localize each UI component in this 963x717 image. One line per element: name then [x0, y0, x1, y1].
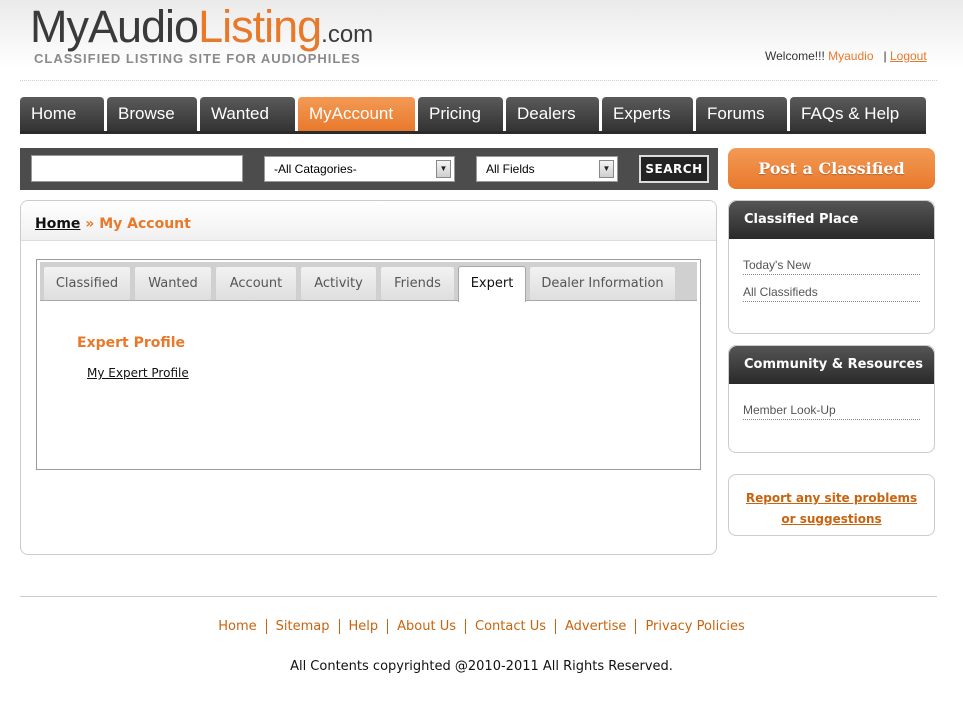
- footer-link-privacy-policies[interactable]: Privacy Policies: [635, 619, 754, 634]
- footer-link-home[interactable]: Home: [209, 619, 265, 634]
- username-link[interactable]: Myaudio: [828, 49, 873, 63]
- my-expert-profile-link[interactable]: My Expert Profile: [87, 366, 189, 380]
- chevron-down-icon[interactable]: ▼: [599, 160, 614, 178]
- footer-link-help[interactable]: Help: [338, 619, 388, 634]
- tab-expert[interactable]: Expert: [458, 266, 526, 302]
- report-problems-box: Report any site problems or suggestions: [728, 474, 935, 536]
- nav-forums[interactable]: Forums: [696, 97, 787, 131]
- category-select-value: -All Catagories-: [274, 162, 357, 176]
- welcome-bar: Welcome!!! Myaudio | Logout: [765, 49, 927, 63]
- copyright-text: All Contents copyrighted @2010-2011 All …: [290, 659, 673, 674]
- expert-profile-heading: Expert Profile: [77, 335, 186, 351]
- nav-dealers[interactable]: Dealers: [506, 97, 599, 131]
- tab-friends[interactable]: Friends: [380, 266, 455, 300]
- nav-home[interactable]: Home: [20, 97, 104, 131]
- breadcrumb-separator: »: [85, 216, 95, 232]
- search-button[interactable]: SEARCH: [639, 155, 709, 183]
- footer-link-sitemap[interactable]: Sitemap: [265, 619, 339, 634]
- tab-classified[interactable]: Classified: [43, 266, 131, 300]
- logo-part-listing: Listing: [198, 1, 322, 52]
- logo-part-dotcom: .com: [321, 21, 374, 48]
- field-select[interactable]: All Fields ▼: [476, 156, 618, 182]
- main-nav: Home Browse Wanted MyAccount Pricing Dea…: [20, 97, 926, 133]
- category-select[interactable]: -All Catagories- ▼: [264, 156, 455, 182]
- nav-browse[interactable]: Browse: [107, 97, 197, 131]
- footer-link-about-us[interactable]: About Us: [387, 619, 465, 634]
- nav-underline: [20, 131, 926, 134]
- breadcrumb-current: My Account: [99, 216, 191, 232]
- footer-divider: [20, 596, 937, 597]
- site-tagline: CLASSIFIED LISTING SITE FOR AUDIOPHILES: [34, 51, 361, 66]
- community-resources-title: Community & Resources: [729, 346, 934, 384]
- footer-link-advertise[interactable]: Advertise: [555, 619, 636, 634]
- report-line-1[interactable]: Report any site problems: [746, 491, 917, 505]
- todays-new-link[interactable]: Today's New: [743, 258, 920, 275]
- tab-dealer-information[interactable]: Dealer Information: [529, 266, 676, 300]
- report-problems-link[interactable]: Report any site problems or suggestions: [746, 491, 917, 526]
- footer-link-contact-us[interactable]: Contact Us: [465, 619, 555, 634]
- welcome-separator: |: [883, 49, 887, 63]
- logo-part-myaudio: MyAudio: [30, 1, 199, 52]
- chevron-down-icon[interactable]: ▼: [436, 160, 451, 178]
- nav-pricing[interactable]: Pricing: [418, 97, 503, 131]
- tab-account[interactable]: Account: [215, 266, 297, 300]
- post-classified-button[interactable]: Post a Classified: [728, 148, 935, 189]
- search-input[interactable]: [31, 155, 243, 182]
- community-resources-box: Community & Resources: [728, 345, 935, 453]
- header-divider: [20, 80, 937, 81]
- all-classifieds-link[interactable]: All Classifieds: [743, 285, 920, 302]
- report-line-2[interactable]: or suggestions: [781, 512, 881, 526]
- breadcrumb-home[interactable]: Home: [35, 216, 80, 232]
- tab-activity[interactable]: Activity: [300, 266, 377, 300]
- member-lookup-link[interactable]: Member Look-Up: [743, 403, 920, 420]
- logout-link[interactable]: Logout: [890, 49, 927, 63]
- field-select-value: All Fields: [486, 162, 535, 176]
- tab-wanted[interactable]: Wanted: [134, 266, 212, 300]
- classified-place-title: Classified Place: [729, 201, 934, 239]
- nav-myaccount[interactable]: MyAccount: [298, 97, 415, 131]
- nav-experts[interactable]: Experts: [602, 97, 693, 131]
- nav-faqs-help[interactable]: FAQs & Help: [790, 97, 926, 131]
- nav-wanted[interactable]: Wanted: [200, 97, 295, 131]
- welcome-text: Welcome!!!: [765, 49, 825, 63]
- footer-links: Home Sitemap Help About Us Contact Us Adverti…: [0, 619, 963, 634]
- breadcrumb: Home » My Account: [35, 216, 191, 232]
